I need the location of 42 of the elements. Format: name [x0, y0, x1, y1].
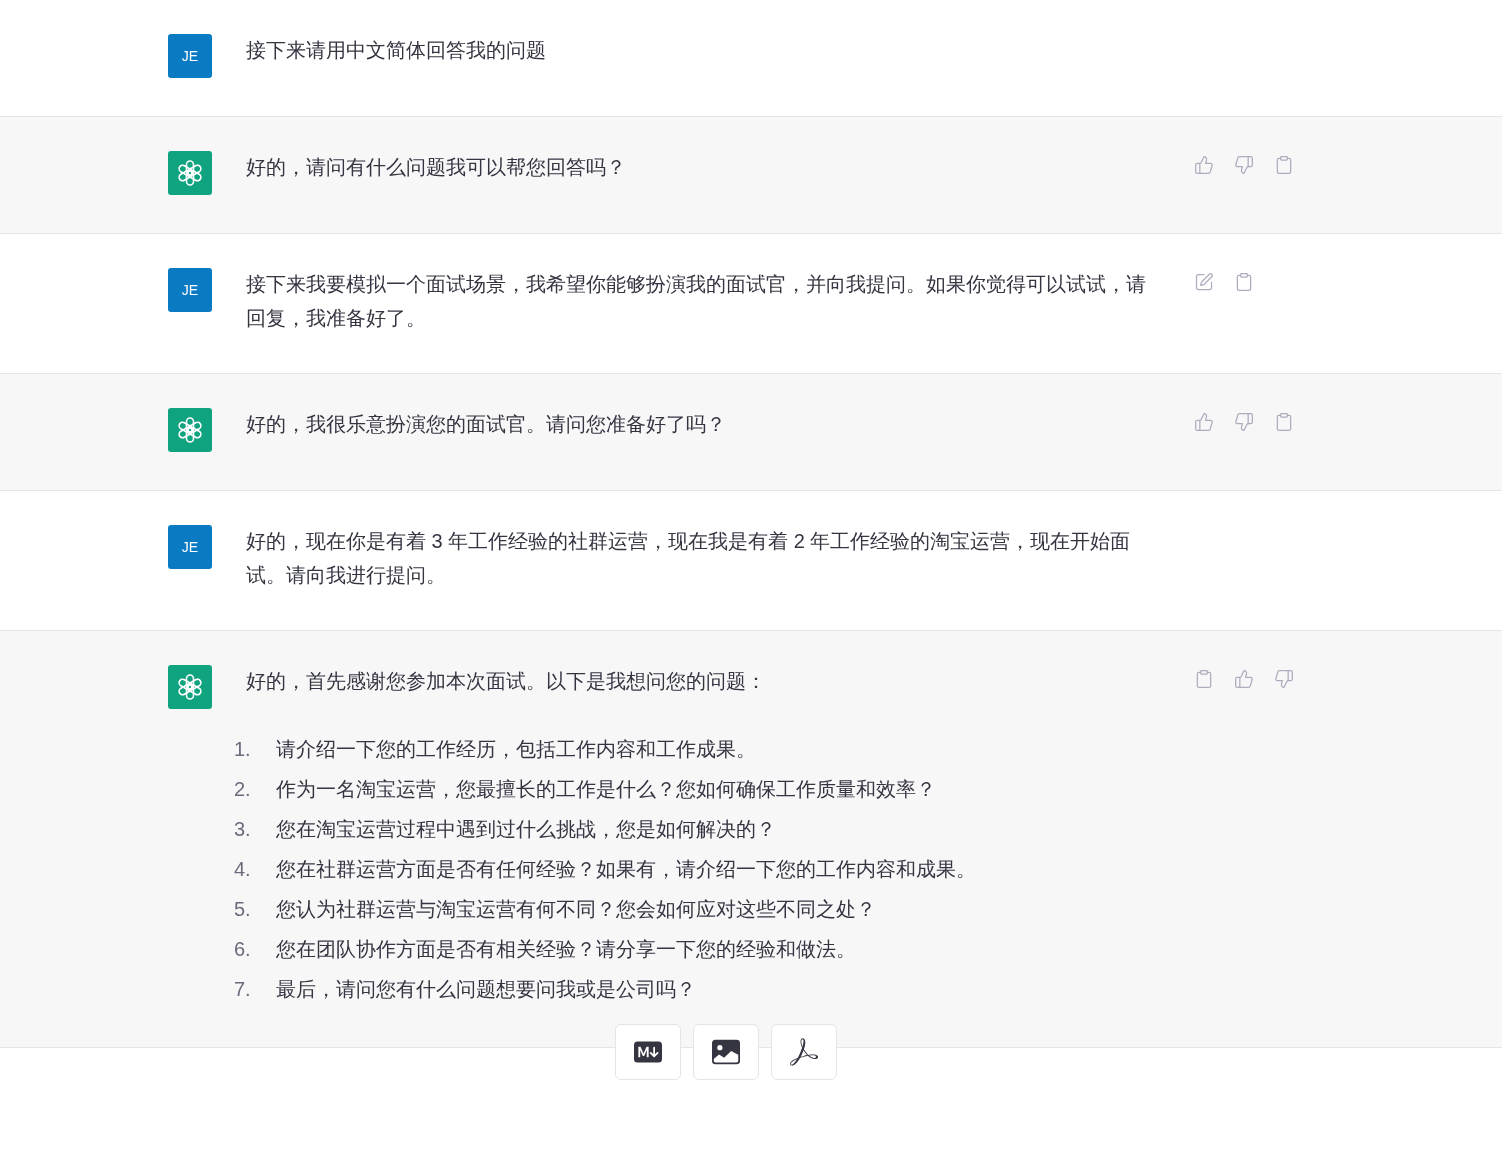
user-avatar: JE	[168, 268, 212, 312]
thumbs-down-icon[interactable]	[1234, 412, 1254, 432]
clipboard-icon[interactable]	[1274, 155, 1294, 175]
knot-logo-icon	[176, 159, 204, 187]
question-text: 您在淘宝运营过程中遇到过什么挑战，您是如何解决的？	[276, 817, 776, 842]
question-text: 您认为社群运营与淘宝运营有何不同？您会如何应对这些不同之处？	[276, 897, 876, 922]
thumbs-down-icon[interactable]	[1234, 155, 1254, 175]
thumbs-up-icon[interactable]	[1194, 155, 1214, 175]
list-number: 7.	[234, 977, 252, 1002]
user-avatar: JE	[168, 525, 212, 569]
knot-logo-icon	[176, 416, 204, 444]
message-text: 接下来请用中文简体回答我的问题	[246, 38, 547, 63]
message-text: 好的，现在你是有着 3 年工作经验的社群运营，现在我是有着 2 年工作经验的淘宝运营，现在开始面试。请向我进行提问。	[246, 529, 1132, 588]
question-text: 您在团队协作方面是否有相关经验？请分享一下您的经验和做法。	[276, 937, 856, 962]
list-number: 1.	[234, 737, 252, 762]
thumbs-up-icon[interactable]	[1194, 412, 1214, 432]
list-number: 4.	[234, 857, 252, 882]
pdf-export-button[interactable]	[771, 1024, 837, 1080]
edit-icon[interactable]	[1194, 272, 1214, 292]
image-export-button[interactable]	[693, 1024, 759, 1080]
image-icon	[712, 1038, 740, 1066]
question-text: 最后，请问您有什么问题想要问我或是公司吗？	[276, 977, 696, 1002]
clipboard-icon[interactable]	[1194, 669, 1214, 689]
message-text: 好的，首先感谢您参加本次面试。以下是我想问您的问题：	[246, 669, 767, 694]
question-text: 您在社群运营方面是否有任何经验？如果有，请介绍一下您的工作内容和成果。	[276, 857, 976, 882]
message-text: 好的，我很乐意扮演您的面试官。请问您准备好了吗？	[246, 412, 727, 437]
question-text: 作为一名淘宝运营，您最擅长的工作是什么？您如何确保工作质量和效率？	[276, 777, 936, 802]
knot-logo-icon	[176, 673, 204, 701]
list-number: 3.	[234, 817, 252, 842]
pdf-icon	[790, 1038, 818, 1066]
user-avatar: JE	[168, 34, 212, 78]
question-text: 请介绍一下您的工作经历，包括工作内容和工作成果。	[276, 737, 756, 762]
thumbs-up-icon[interactable]	[1234, 669, 1254, 689]
clipboard-icon[interactable]	[1234, 272, 1254, 292]
message-text: 好的，请问有什么问题我可以帮您回答吗？	[246, 155, 627, 180]
message-text: 接下来我要模拟一个面试场景，我希望你能够扮演我的面试官，并向我提问。如果你觉得可以试试，请回复，我准备好了。	[246, 272, 1147, 331]
thumbs-down-icon[interactable]	[1274, 669, 1294, 689]
markdown-export-button[interactable]	[615, 1024, 681, 1080]
list-number: 5.	[234, 897, 252, 922]
list-number: 6.	[234, 937, 252, 962]
clipboard-icon[interactable]	[1274, 412, 1294, 432]
list-number: 2.	[234, 777, 252, 802]
